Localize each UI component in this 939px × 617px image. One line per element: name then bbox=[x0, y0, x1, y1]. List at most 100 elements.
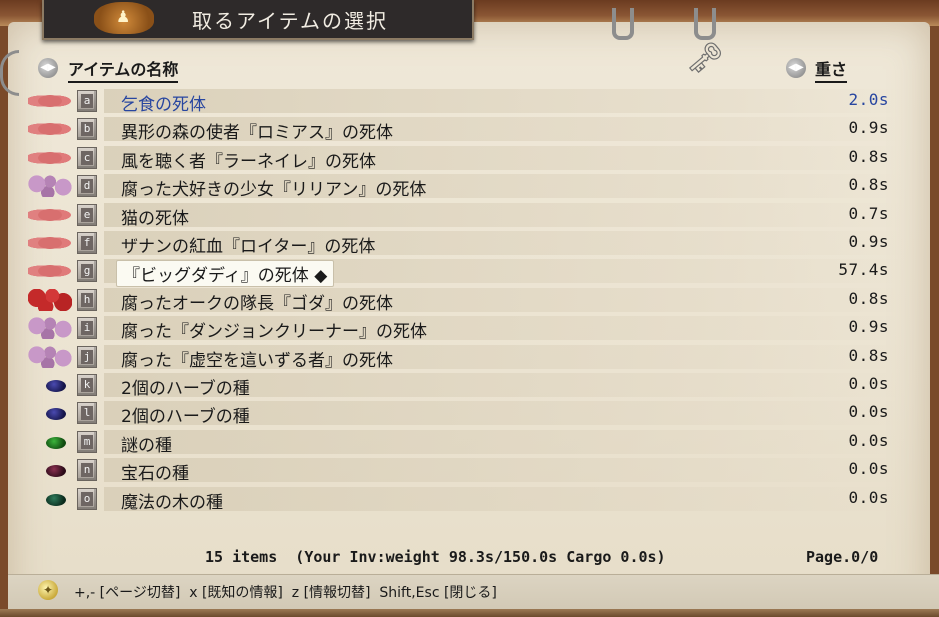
corpse-red-icon bbox=[28, 288, 72, 311]
hotkey-button[interactable]: m bbox=[77, 430, 97, 453]
hotkey-button[interactable]: c bbox=[77, 146, 97, 169]
hotkey-button[interactable]: k bbox=[77, 374, 97, 396]
corpse-pink-icon bbox=[28, 203, 72, 226]
window-frame: 取るアイテムの選択 🗝 ◀▶ アイテムの名称 ◀▶ 重さ a 乞食の死体 2.0s b… bbox=[0, 0, 939, 617]
hotkey-label: n bbox=[81, 463, 93, 478]
key-help-text: +,- [ページ切替] x [既知の情報] z [情報切替] Shift,Esc… bbox=[74, 585, 497, 601]
bottom-border bbox=[0, 609, 939, 617]
item-row-o[interactable]: o 魔法の木の種 0.0s bbox=[0, 485, 939, 513]
hotkey-button[interactable]: f bbox=[77, 232, 97, 254]
corpse-purple-icon bbox=[28, 175, 72, 198]
hotkey-label: f bbox=[81, 236, 93, 250]
item-name[interactable]: 2個のハーブの種 bbox=[121, 402, 250, 427]
item-name[interactable]: 風を聴く者『ラーネイレ』の死体 bbox=[121, 147, 376, 172]
hotkey-button[interactable]: a bbox=[77, 90, 97, 112]
hotkey-button[interactable]: i bbox=[77, 317, 97, 340]
hotkey-label: c bbox=[81, 150, 93, 165]
item-row-a[interactable]: a 乞食の死体 2.0s bbox=[0, 87, 939, 115]
seed-blue-icon bbox=[46, 408, 66, 421]
item-row-g[interactable]: g 『ビッグダディ』の死体 ◆ 57.4s bbox=[0, 257, 939, 288]
hotkey-button[interactable]: n bbox=[77, 459, 97, 482]
item-name[interactable]: 猫の死体 bbox=[121, 204, 189, 229]
item-row-f[interactable]: f ザナンの紅血『ロイター』の死体 0.9s bbox=[0, 229, 939, 257]
item-row-d[interactable]: d 腐った犬好きの少女『リリアン』の死体 0.8s bbox=[0, 172, 939, 200]
item-weight: 0.8s bbox=[848, 345, 889, 365]
row-background bbox=[104, 486, 904, 511]
hotkey-label: a bbox=[81, 94, 93, 108]
item-row-l[interactable]: l 2個のハーブの種 0.0s bbox=[0, 399, 939, 427]
hotkey-button[interactable]: o bbox=[77, 487, 97, 510]
item-row-i[interactable]: i 腐った『ダンジョンクリーナー』の死体 0.9s bbox=[0, 314, 939, 342]
seed-darkgreen-icon bbox=[46, 493, 66, 506]
item-row-c[interactable]: c 風を聴く者『ラーネイレ』の死体 0.8s bbox=[0, 144, 939, 172]
hotkey-button[interactable]: b bbox=[77, 118, 97, 141]
hotkey-label: h bbox=[81, 292, 93, 307]
item-row-m[interactable]: m 謎の種 0.0s bbox=[0, 428, 939, 456]
corpse-purple-icon bbox=[28, 317, 72, 340]
hotkey-button[interactable]: h bbox=[77, 288, 97, 311]
item-weight: 0.0s bbox=[848, 430, 889, 450]
item-name[interactable]: 腐ったオークの隊長『ゴダ』の死体 bbox=[121, 289, 393, 314]
hotkey-button[interactable]: d bbox=[77, 175, 97, 198]
keys-icon: 🗝 bbox=[686, 41, 725, 76]
hotkey-label: l bbox=[81, 406, 93, 421]
item-weight: 57.4s bbox=[838, 260, 889, 280]
item-row-n[interactable]: n 宝石の種 0.0s bbox=[0, 456, 939, 484]
row-background bbox=[104, 429, 904, 454]
hook-icon bbox=[694, 8, 716, 40]
column-header-weight[interactable]: 重さ bbox=[815, 56, 848, 83]
hotkey-label: e bbox=[81, 207, 93, 222]
seed-green-icon bbox=[46, 436, 66, 449]
item-weight: 0.8s bbox=[848, 288, 889, 308]
hotkey-button[interactable]: e bbox=[77, 203, 97, 226]
hotkey-label: d bbox=[81, 179, 93, 194]
row-background bbox=[104, 458, 904, 483]
item-weight: 0.8s bbox=[848, 146, 889, 166]
hotkey-button[interactable]: j bbox=[77, 345, 97, 368]
item-weight: 0.0s bbox=[848, 402, 889, 422]
hotkey-label: m bbox=[81, 434, 93, 449]
sort-weight-icon[interactable]: ◀▶ bbox=[786, 58, 806, 78]
sort-name-icon[interactable]: ◀▶ bbox=[38, 58, 58, 78]
item-name[interactable]: ザナンの紅血『ロイター』の死体 bbox=[121, 232, 375, 257]
item-weight: 0.0s bbox=[848, 487, 889, 507]
column-header-name[interactable]: アイテムの名称 bbox=[68, 56, 179, 83]
window-title: 取るアイテムの選択 bbox=[192, 9, 388, 33]
item-name[interactable]: 乞食の死体 bbox=[121, 90, 206, 115]
item-name[interactable]: 魔法の木の種 bbox=[121, 488, 223, 513]
bag-icon bbox=[94, 2, 154, 34]
item-weight: 0.8s bbox=[848, 175, 889, 195]
hotkey-button[interactable]: g bbox=[77, 260, 97, 283]
item-name[interactable]: 腐った犬好きの少女『リリアン』の死体 bbox=[121, 175, 426, 200]
item-weight: 0.9s bbox=[848, 317, 889, 337]
item-name[interactable]: 『ビッグダディ』の死体 ◆ bbox=[116, 260, 335, 288]
item-row-k[interactable]: k 2個のハーブの種 0.0s bbox=[0, 371, 939, 399]
item-name[interactable]: 宝石の種 bbox=[121, 459, 189, 484]
corpse-pink-icon bbox=[28, 118, 72, 141]
title-plate: 取るアイテムの選択 bbox=[42, 0, 474, 40]
item-row-j[interactable]: j 腐った『虚空を這いずる者』の死体 0.8s bbox=[0, 343, 939, 371]
row-background bbox=[104, 202, 904, 227]
hotkey-label: i bbox=[81, 321, 93, 336]
item-weight: 2.0s bbox=[848, 90, 889, 109]
hook-icon bbox=[612, 8, 634, 40]
item-name[interactable]: 謎の種 bbox=[121, 431, 172, 456]
item-name[interactable]: 2個のハーブの種 bbox=[121, 374, 250, 399]
hotkey-label: g bbox=[81, 264, 93, 279]
corpse-pink-icon bbox=[28, 260, 72, 283]
corpse-pink-icon bbox=[28, 90, 72, 112]
item-name[interactable]: 腐った『虚空を這いずる者』の死体 bbox=[121, 346, 393, 371]
item-name[interactable]: 異形の森の使者『ロミアス』の死体 bbox=[121, 118, 393, 143]
hotkey-label: k bbox=[81, 378, 93, 392]
item-weight: 0.7s bbox=[848, 203, 889, 223]
page-indicator: Page.0/0 bbox=[806, 548, 879, 566]
hotkey-button[interactable]: l bbox=[77, 402, 97, 425]
item-row-h[interactable]: h 腐ったオークの隊長『ゴダ』の死体 0.8s bbox=[0, 286, 939, 314]
item-name[interactable]: 腐った『ダンジョンクリーナー』の死体 bbox=[121, 317, 427, 342]
item-weight: 0.9s bbox=[848, 118, 889, 138]
item-row-e[interactable]: e 猫の死体 0.7s bbox=[0, 201, 939, 229]
hotkey-label: o bbox=[81, 491, 93, 506]
item-row-b[interactable]: b 異形の森の使者『ロミアス』の死体 0.9s bbox=[0, 115, 939, 143]
corpse-purple-icon bbox=[28, 345, 72, 368]
corpse-pink-icon bbox=[28, 146, 72, 169]
